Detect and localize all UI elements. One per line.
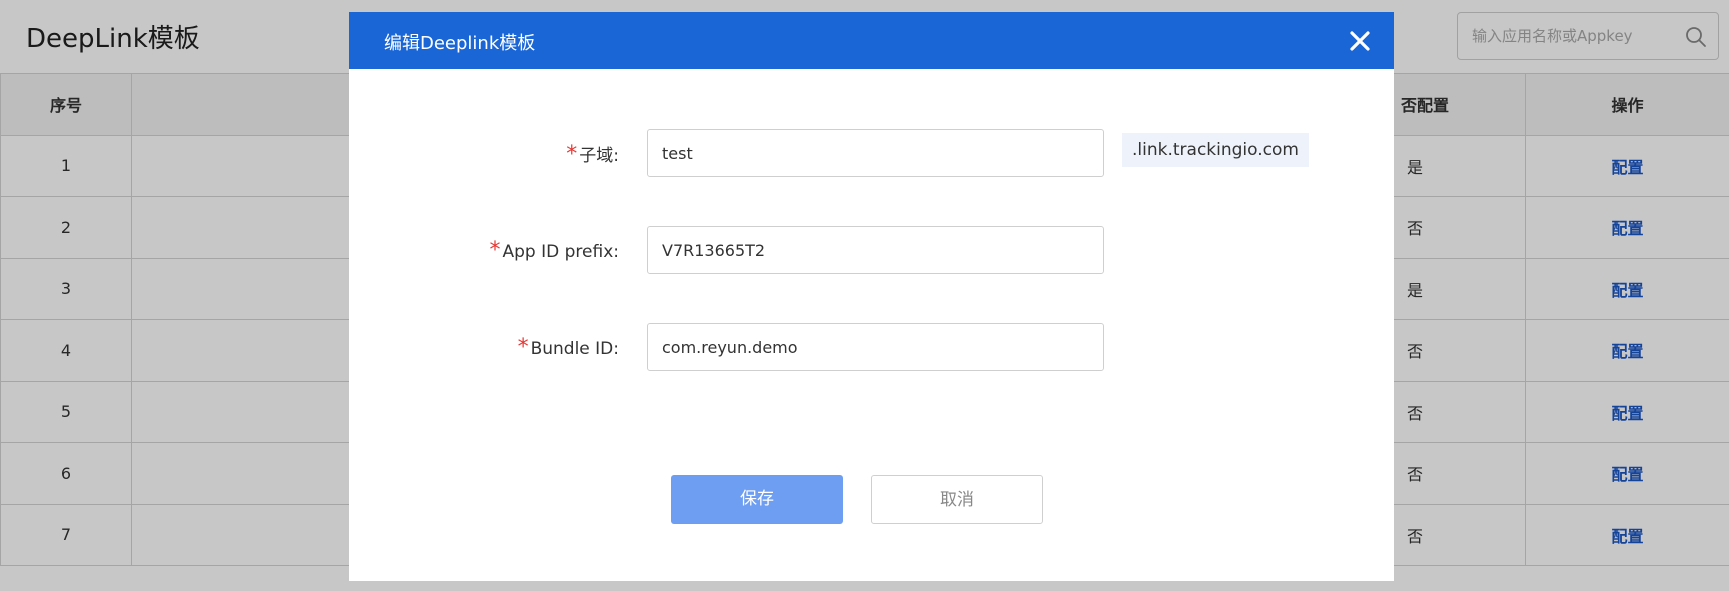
app-id-prefix-label: * App ID prefix: bbox=[489, 238, 620, 263]
app-id-prefix-input[interactable] bbox=[647, 226, 1104, 274]
close-icon[interactable] bbox=[1346, 27, 1374, 55]
subdomain-label: * 子域: bbox=[566, 142, 619, 167]
bundle-id-input[interactable] bbox=[647, 323, 1104, 371]
subdomain-suffix: .link.trackingio.com bbox=[1122, 133, 1309, 167]
required-marker: * bbox=[566, 142, 578, 167]
dialog-header: 编辑Deeplink模板 bbox=[349, 12, 1394, 69]
dialog-title: 编辑Deeplink模板 bbox=[384, 33, 536, 54]
bundle-id-row: * Bundle ID: bbox=[349, 323, 1394, 371]
app-id-prefix-row: * App ID prefix: bbox=[349, 226, 1394, 274]
bundle-id-label: * Bundle ID: bbox=[517, 335, 619, 360]
required-marker: * bbox=[517, 335, 529, 360]
required-marker: * bbox=[489, 238, 501, 263]
edit-deeplink-dialog: 编辑Deeplink模板 *子域: .link.trackingio.com *… bbox=[349, 12, 1394, 581]
subdomain-row: *子域: .link.trackingio.com bbox=[349, 129, 1394, 177]
subdomain-input[interactable] bbox=[647, 129, 1104, 177]
save-button[interactable]: 保存 bbox=[671, 475, 843, 524]
cancel-button[interactable]: 取消 bbox=[871, 475, 1043, 524]
